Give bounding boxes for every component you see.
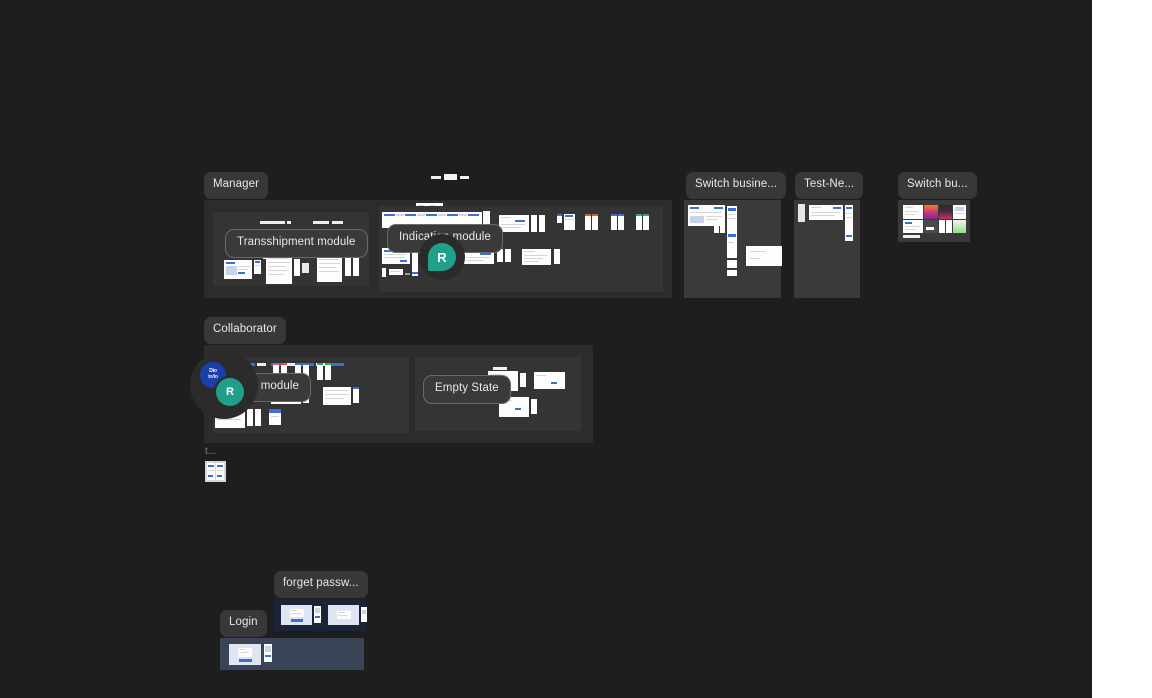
thumb-testnew-1	[798, 204, 805, 222]
frame-collaborator[interactable]: ation module Empty State	[204, 345, 593, 443]
frame-switch-business-1[interactable]	[684, 200, 782, 298]
thumb-indication-top-11	[618, 214, 624, 230]
thumb-sw2-6	[946, 220, 952, 233]
thumb-sw2-2	[953, 205, 966, 219]
thumb-testnew-2	[809, 205, 843, 220]
detached-mark-3	[460, 176, 469, 179]
thumb-sw2-gradient-a	[924, 205, 938, 219]
thumb-sw1-3	[720, 226, 725, 233]
detached-mark-1	[431, 176, 441, 179]
thumb-indication-top-10	[611, 214, 617, 230]
thumb-sw2-gradient-b	[939, 205, 952, 219]
frame-label-login[interactable]: Login	[220, 610, 267, 637]
thumb-forget-1	[281, 605, 312, 625]
thumb-sw1-5	[727, 260, 737, 268]
thumb-collab-c4	[269, 409, 281, 425]
thumb-indication-row2-11	[554, 249, 560, 264]
thumb-transshipment-7	[345, 257, 351, 276]
frame-label-collaborator[interactable]: Collaborator	[204, 317, 286, 344]
thumb-indication-row2-6	[389, 269, 403, 275]
thumb-collab-a5	[317, 363, 323, 380]
thumb-login-2	[264, 644, 272, 662]
collaborator-avatar-logo-subtext: to/to	[208, 374, 218, 380]
thumb-collab-c2	[247, 409, 253, 426]
thumb-indication-top-7	[564, 214, 575, 230]
thumb-sw2-3	[903, 220, 923, 233]
thumb-indication-top-8	[585, 214, 591, 230]
thumb-transshipment-8	[353, 257, 359, 276]
frame-switch-business-2[interactable]	[898, 200, 970, 242]
screen-root: Manager Transshipment module Indication …	[0, 0, 1152, 698]
thumb-sw2-1	[903, 205, 923, 219]
thumb-sw1-2	[714, 226, 719, 233]
thumb-sw2-4	[924, 220, 938, 233]
thumb-collab-a6	[325, 363, 331, 380]
thumb-indication-top-4	[531, 215, 537, 232]
thumb-sw1-6	[727, 270, 737, 276]
frame-indication-module[interactable]: Indication module R	[379, 206, 663, 292]
frame-label-empty-state[interactable]: Empty State	[423, 375, 511, 404]
frame-label-switch-business-2[interactable]: Switch bu...	[898, 172, 977, 199]
design-canvas[interactable]: Manager Transshipment module Indication …	[0, 0, 1092, 698]
thumb-sw2-5	[939, 220, 945, 233]
thumb-transshipment-6	[317, 256, 342, 282]
thumb-login-1	[229, 644, 261, 665]
thumb-transshipment-3	[266, 255, 292, 284]
thumb-sw1-1	[688, 205, 725, 226]
detached-mark-2	[444, 174, 457, 180]
frame-label-switch-business-1[interactable]: Switch busine...	[686, 172, 787, 199]
thumb-empty-2	[520, 373, 526, 387]
thumb-indication-top-12	[636, 214, 642, 230]
frame-login[interactable]	[220, 638, 364, 670]
thumb-collab-c3	[255, 409, 261, 426]
thumb-sw2-7	[953, 220, 966, 233]
thumb-sw1-7	[746, 246, 782, 266]
thumb-forget-3	[328, 605, 359, 625]
thumb-transshipment-1	[224, 260, 252, 279]
thumb-indication-top-6	[557, 214, 562, 223]
frame-label-manager[interactable]: Manager	[204, 172, 269, 199]
collaborator-avatar-r[interactable]: R	[216, 378, 244, 406]
frame-label-transshipment-module[interactable]: Transshipment module	[225, 229, 368, 258]
thumb-indication-row2-9	[505, 249, 511, 262]
thumb-indication-top-13	[643, 214, 649, 230]
thumb-transshipment-2	[254, 260, 261, 274]
frame-test-new[interactable]	[794, 200, 860, 298]
thumb-collab-b7	[353, 387, 359, 403]
frame-label-forget-password[interactable]: forget passw...	[274, 571, 368, 598]
thumb-transshipment-5	[302, 263, 309, 273]
canvas-right-gutter	[1092, 0, 1152, 698]
thumb-tiny-1	[207, 463, 215, 480]
thumb-transshipment-4	[294, 259, 300, 276]
thumb-empty-3	[534, 372, 565, 389]
thumb-sw1-4	[727, 206, 737, 258]
thumb-indication-top-3	[499, 215, 529, 232]
frame-label-tiny[interactable]: t...	[205, 447, 217, 457]
thumb-indication-top-9	[592, 214, 598, 230]
frame-label-test-new[interactable]: Test-Ne...	[795, 172, 864, 199]
thumb-indication-row2-10	[522, 249, 551, 265]
frame-forget-password[interactable]	[274, 599, 367, 631]
thumb-collab-b6	[323, 387, 351, 405]
thumb-forget-4	[361, 607, 367, 622]
thumb-forget-2	[314, 606, 321, 623]
frame-transshipment-module[interactable]: Transshipment module	[213, 212, 369, 286]
collaborator-cursor-r[interactable]: R	[428, 243, 456, 271]
thumb-empty-5	[531, 399, 537, 414]
frame-empty-state[interactable]: Empty State	[415, 357, 582, 431]
thumb-tiny-2	[216, 463, 224, 480]
thumb-testnew-3	[845, 205, 853, 241]
thumb-indication-top-5	[539, 215, 545, 232]
thumb-indication-row2-5	[382, 268, 386, 277]
frame-tiny[interactable]	[205, 461, 226, 482]
frame-manager[interactable]: Transshipment module Indication module R	[204, 200, 672, 298]
